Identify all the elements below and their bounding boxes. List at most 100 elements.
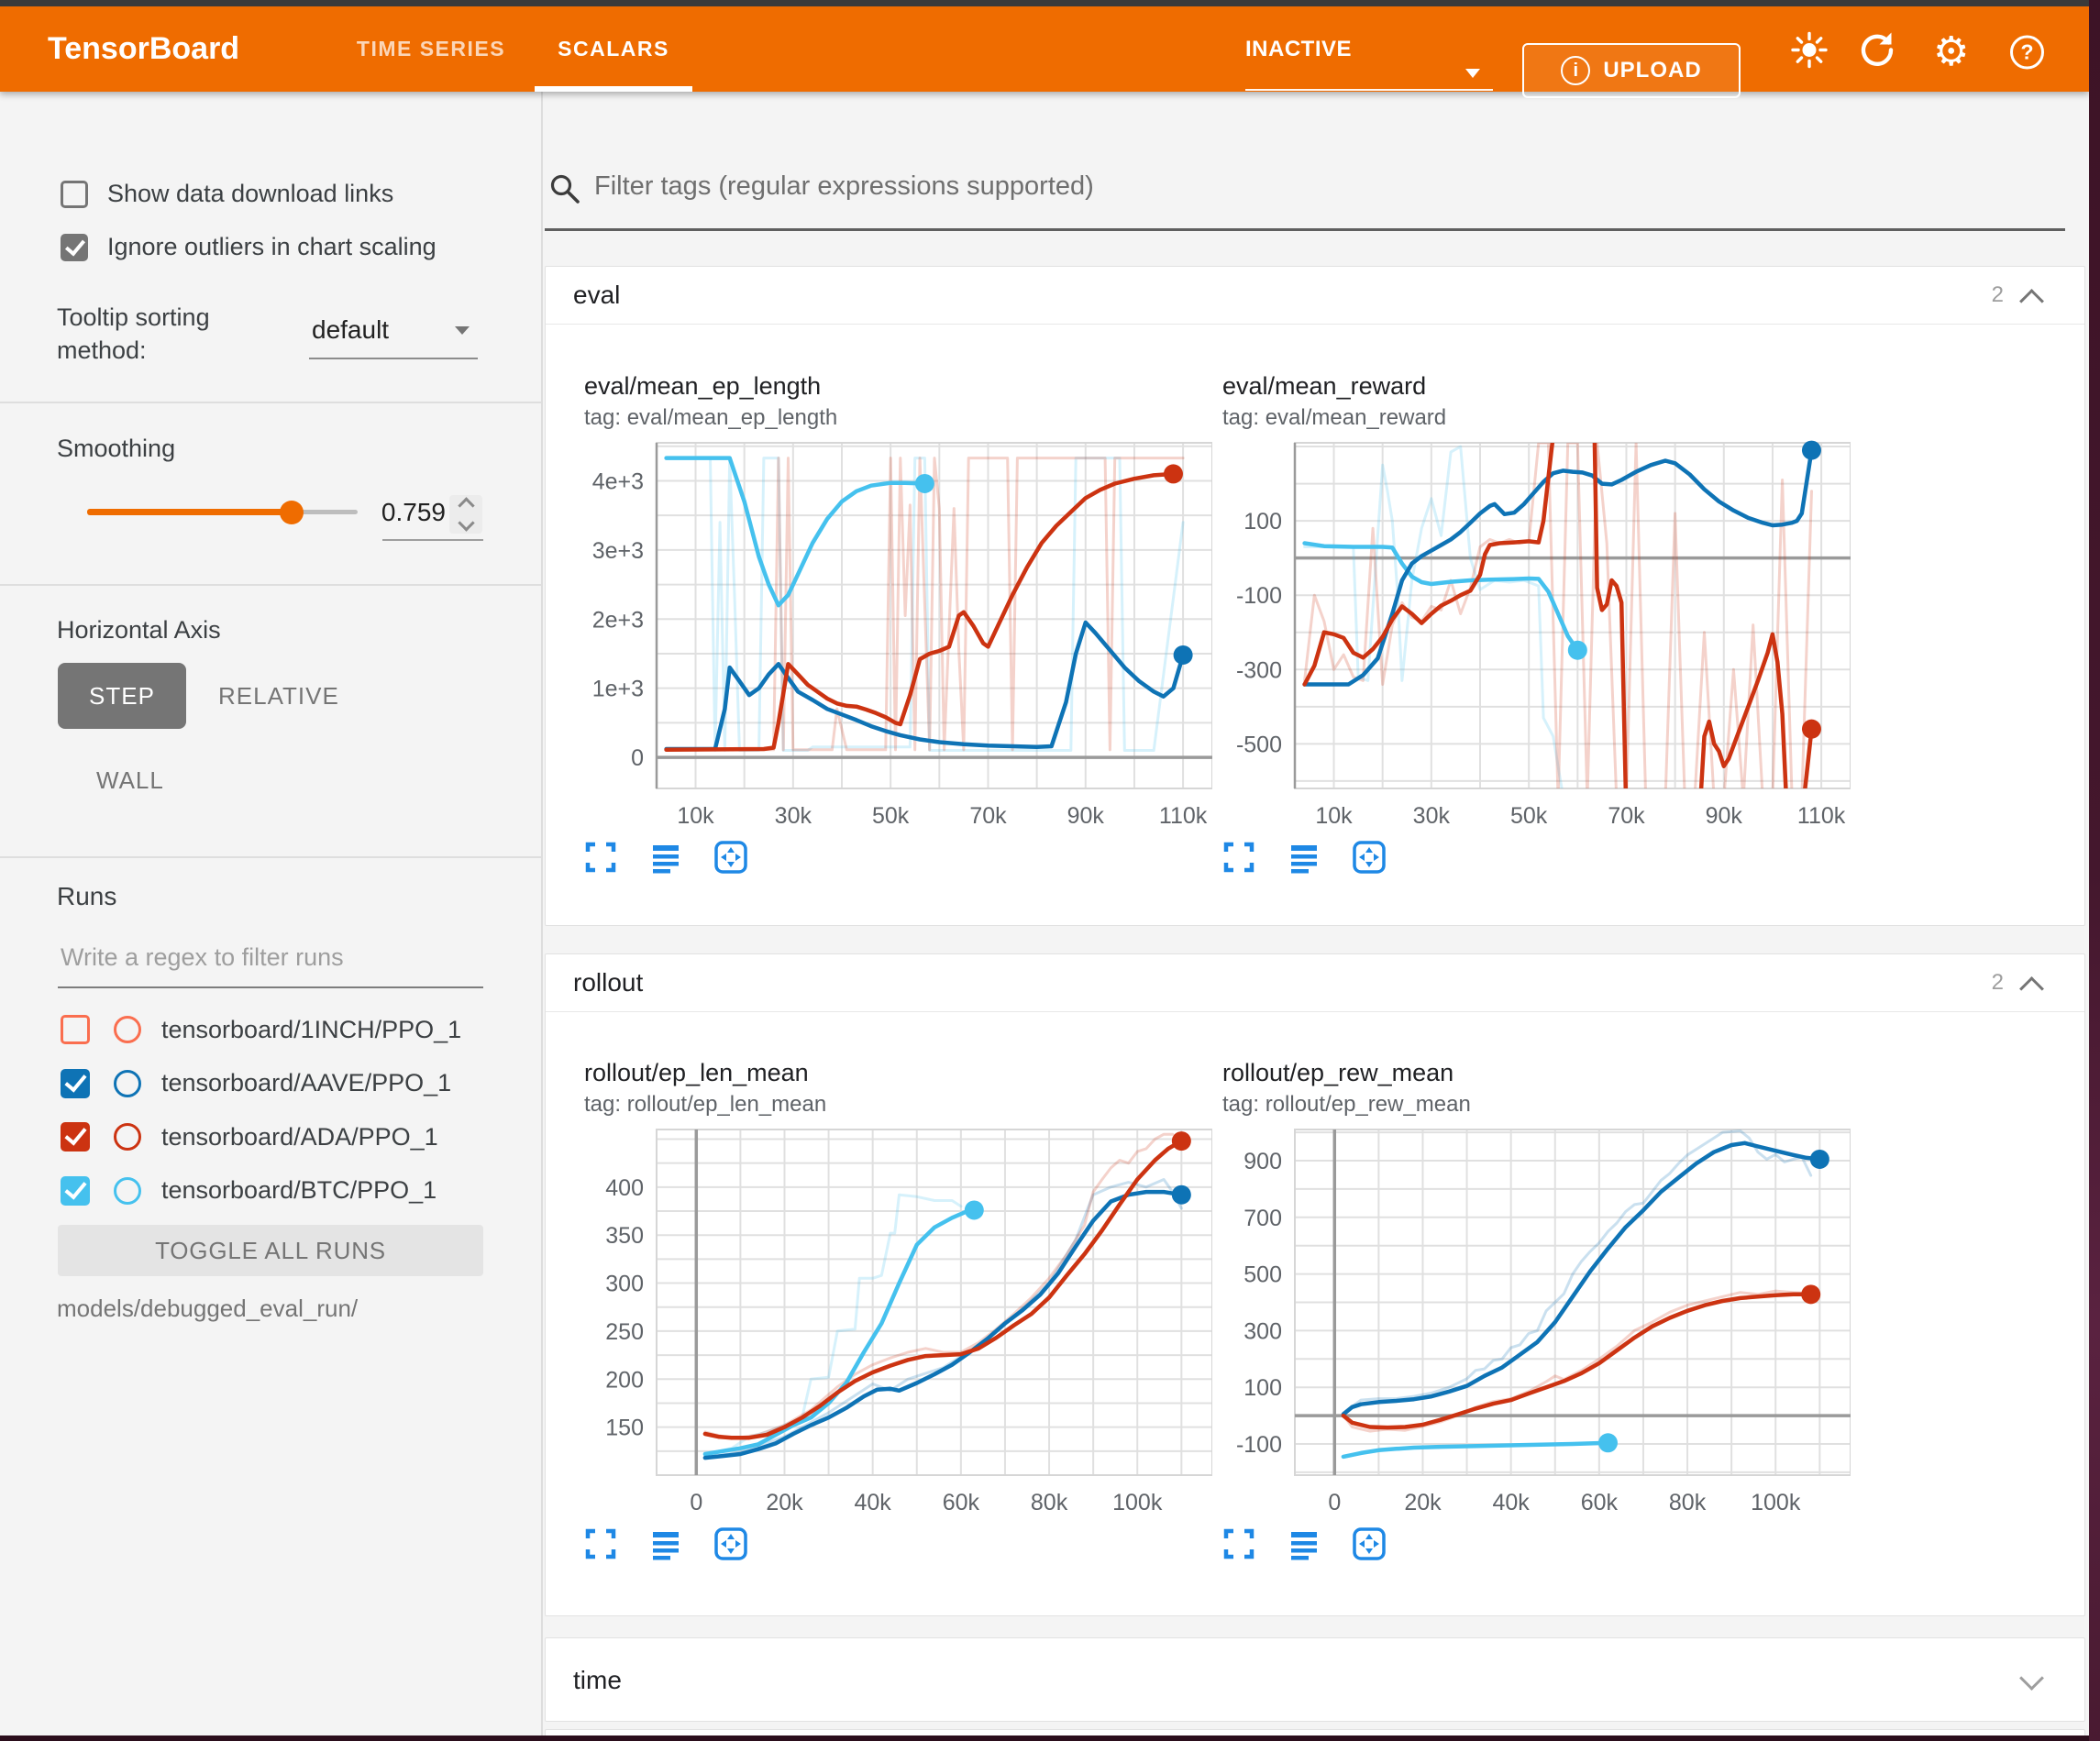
chevron-up-icon[interactable] (2019, 289, 2044, 314)
svg-text:200: 200 (605, 1367, 644, 1393)
tag-filter-input[interactable] (592, 171, 1880, 203)
chart-title: eval/mean_reward (1222, 372, 1426, 401)
smoothing-value-input[interactable] (372, 497, 448, 528)
stepper-down-icon[interactable] (458, 514, 474, 531)
run-row[interactable]: tensorboard/1INCH/PPO_1 (61, 1003, 461, 1057)
svg-text:0: 0 (690, 1490, 702, 1515)
run-row[interactable]: tensorboard/BTC/PPO_1 (61, 1164, 461, 1218)
axis-relative-button[interactable]: RELATIVE (218, 663, 339, 729)
runs-list: tensorboard/1INCH/PPO_1 tensorboard/AAVE/… (61, 1003, 461, 1218)
svg-text:110k: 110k (1159, 803, 1208, 829)
chart-plot[interactable]: 100-100-300-50010k30k50k70k90k110k (1209, 435, 1851, 831)
svg-text:40k: 40k (855, 1490, 892, 1515)
setting-ignore-outliers[interactable]: Ignore outliers in chart scaling (61, 233, 437, 261)
chart-toolbar (1221, 1526, 1387, 1566)
run-checkbox[interactable] (61, 1122, 90, 1151)
help-icon[interactable]: ? (2010, 36, 2044, 70)
fullscreen-icon[interactable] (1221, 840, 1256, 879)
fit-data-icon[interactable] (713, 840, 748, 879)
svg-text:400: 400 (605, 1175, 644, 1201)
info-icon: i (1561, 56, 1590, 85)
run-label: tensorboard/1INCH/PPO_1 (161, 1016, 461, 1044)
upload-button[interactable]: i UPLOAD (1522, 43, 1741, 98)
run-color-circle (114, 1123, 141, 1151)
section-title: time (573, 1638, 622, 1723)
settings-icon[interactable]: ⚙ (1933, 32, 1969, 72)
section-count-badge: 2 (1992, 954, 2004, 1011)
chart-plot[interactable]: 01e+32e+33e+34e+310k30k50k70k90k110k (570, 435, 1212, 831)
setting-show-download-links[interactable]: Show data download links (61, 180, 393, 208)
fit-data-icon[interactable] (1352, 1526, 1387, 1566)
tab-time-series[interactable]: TIME SERIES (339, 6, 523, 92)
svg-text:60k: 60k (943, 1490, 980, 1515)
smoothing-slider-fill (87, 509, 292, 515)
runs-list-icon[interactable] (1287, 1526, 1321, 1566)
smoothing-input-underline (382, 539, 483, 541)
active-tab-indicator (535, 86, 692, 92)
chart-tag: tag: rollout/ep_rew_mean (1222, 1092, 1471, 1118)
runs-filter-input[interactable] (59, 942, 484, 973)
svg-text:150: 150 (605, 1416, 644, 1441)
chevron-down-icon[interactable] (2019, 1666, 2044, 1691)
toggle-all-runs-button[interactable]: TOGGLE ALL RUNS (58, 1225, 483, 1276)
svg-text:4e+3: 4e+3 (592, 468, 644, 494)
fullscreen-icon[interactable] (583, 840, 618, 879)
axis-step-button[interactable]: STEP (58, 663, 186, 729)
svg-text:-100: -100 (1236, 583, 1282, 609)
svg-text:30k: 30k (775, 803, 812, 829)
section-header-eval[interactable]: eval 2 (546, 267, 2084, 325)
svg-text:30k: 30k (1413, 803, 1451, 829)
tab-scalars[interactable]: SCALARS (535, 6, 692, 92)
runs-list-icon[interactable] (1287, 840, 1321, 879)
run-color-circle (114, 1016, 141, 1043)
divider (0, 584, 541, 586)
run-checkbox[interactable] (61, 1176, 90, 1206)
run-row[interactable]: tensorboard/AAVE/PPO_1 (61, 1057, 461, 1111)
checkbox-ignore-outliers[interactable] (61, 234, 88, 261)
chevron-up-icon[interactable] (2019, 976, 2044, 1001)
axis-wall-button[interactable]: WALL (96, 755, 164, 805)
fit-data-icon[interactable] (713, 1526, 748, 1566)
section-header-rollout[interactable]: rollout 2 (546, 954, 2084, 1012)
fit-data-icon[interactable] (1352, 840, 1387, 879)
chart-plot[interactable]: 900700500300100-100020k40k60k80k100k (1209, 1121, 1851, 1517)
run-checkbox[interactable] (61, 1015, 90, 1044)
svg-text:700: 700 (1243, 1206, 1282, 1231)
tooltip-sorting-select[interactable]: default (312, 315, 389, 345)
svg-text:20k: 20k (1404, 1490, 1442, 1515)
svg-text:90k: 90k (1067, 803, 1105, 829)
sidebar-divider (541, 92, 543, 1741)
chart-eval-mean-ep-length: eval/mean_ep_length tag: eval/mean_ep_le… (570, 370, 1212, 884)
status-dropdown[interactable]: INACTIVE (1245, 6, 1352, 92)
chart-title: eval/mean_ep_length (584, 372, 821, 401)
section-header-time[interactable]: time (546, 1638, 2084, 1723)
run-checkbox[interactable] (61, 1069, 90, 1098)
svg-text:80k: 80k (1669, 1490, 1707, 1515)
chart-title: rollout/ep_len_mean (584, 1059, 809, 1087)
svg-text:300: 300 (1243, 1318, 1282, 1344)
chart-plot[interactable]: 150200250300350400020k40k60k80k100k (570, 1121, 1212, 1517)
svg-text:10k: 10k (677, 803, 714, 829)
runs-list-icon[interactable] (648, 840, 683, 879)
window-top-strip (0, 0, 2100, 6)
svg-text:70k: 70k (1608, 803, 1645, 829)
smoothing-stepper[interactable] (449, 495, 482, 534)
run-label: tensorboard/AAVE/PPO_1 (161, 1069, 451, 1097)
stepper-up-icon[interactable] (458, 497, 474, 513)
fullscreen-icon[interactable] (1221, 1526, 1256, 1566)
svg-text:0: 0 (1328, 1490, 1341, 1515)
refresh-icon[interactable] (1858, 31, 1896, 74)
runs-directory-label: models/debugged_eval_run/ (57, 1295, 358, 1323)
svg-text:70k: 70k (969, 803, 1007, 829)
fullscreen-icon[interactable] (583, 1526, 618, 1566)
run-row[interactable]: tensorboard/ADA/PPO_1 (61, 1110, 461, 1164)
brightness-icon[interactable] (1790, 31, 1829, 74)
horizontal-axis-label: Horizontal Axis (57, 616, 221, 645)
svg-text:2e+3: 2e+3 (592, 607, 644, 633)
checkbox-show-download-links[interactable] (61, 181, 88, 208)
runs-list-icon[interactable] (648, 1526, 683, 1566)
smoothing-slider-thumb[interactable] (280, 501, 304, 524)
run-label: tensorboard/ADA/PPO_1 (161, 1123, 438, 1151)
svg-text:40k: 40k (1493, 1490, 1531, 1515)
section-card-time: time (545, 1637, 2085, 1722)
